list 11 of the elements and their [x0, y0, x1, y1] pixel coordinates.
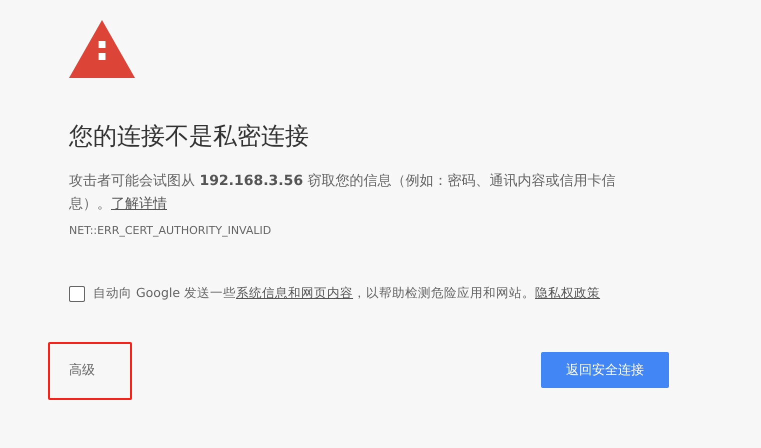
- report-checkbox[interactable]: [69, 286, 85, 302]
- system-info-link[interactable]: 系统信息和网页内容: [236, 285, 354, 300]
- learn-more-link[interactable]: 了解详情: [111, 196, 167, 212]
- advanced-button[interactable]: 高级: [69, 353, 95, 387]
- description-text: 攻击者可能会试图从 192.168.3.56 窃取您的信息（例如：密码、通讯内容或信用卡信息）。了解详情: [69, 172, 617, 214]
- privacy-policy-link[interactable]: 隐私权政策: [535, 285, 600, 300]
- report-text: 自动向 Google 发送一些系统信息和网页内容，以帮助检测危险应用和网站。隐私权政策: [93, 285, 600, 302]
- back-to-safety-button[interactable]: 返回安全连接: [541, 352, 669, 388]
- warning-icon: [69, 20, 135, 78]
- error-code: NET::ERR_CERT_AUTHORITY_INVALID: [69, 224, 272, 237]
- page-heading: 您的连接不是私密连接: [69, 121, 310, 152]
